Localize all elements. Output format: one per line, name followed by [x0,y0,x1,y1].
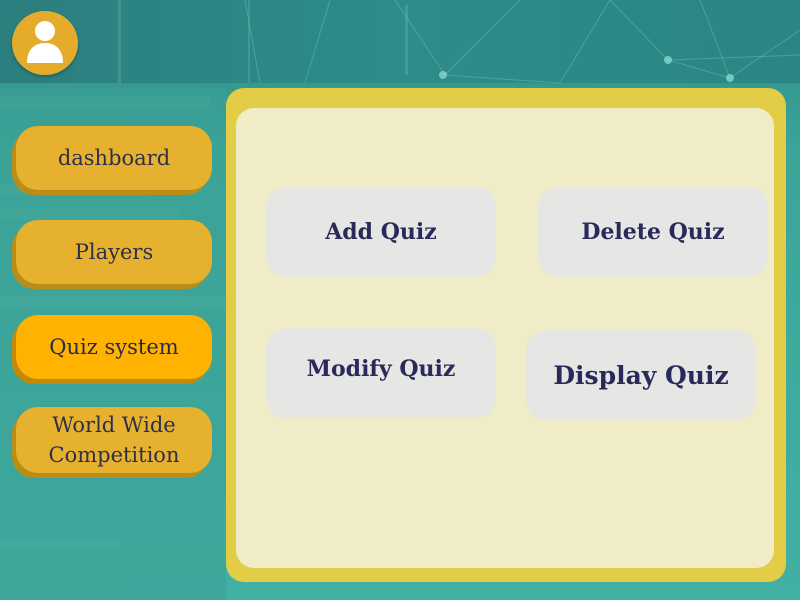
add-quiz-label: Add Quiz [325,219,437,245]
nav-competition-button[interactable]: World Wide Competition [16,407,212,473]
delete-quiz-button[interactable]: Delete Quiz [538,187,768,277]
delete-quiz-label: Delete Quiz [581,219,725,245]
add-quiz-button[interactable]: Add Quiz [266,187,496,277]
nav-players-button[interactable]: Players [16,220,212,284]
modify-quiz-button[interactable]: Modify Quiz [266,328,496,418]
nav-quiz-system-label: Quiz system [49,335,179,359]
nav-players-label: Players [74,240,154,264]
display-quiz-button[interactable]: Display Quiz [526,330,756,420]
nav-dashboard-label: dashboard [57,146,171,170]
nav-competition-label-line1: World Wide [52,413,176,437]
display-quiz-label: Display Quiz [553,360,729,390]
nav-dashboard-button[interactable]: dashboard [16,126,212,190]
modify-quiz-label: Modify Quiz [306,356,456,382]
user-avatar-icon [27,21,63,63]
nav-competition-label-line2: Competition [48,443,180,467]
user-avatar[interactable] [12,11,78,75]
header-bar [0,0,800,83]
nav-quiz-system-button[interactable]: Quiz system [16,315,212,379]
